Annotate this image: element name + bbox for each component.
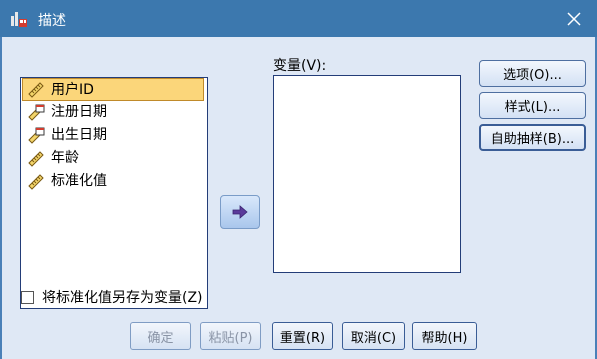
list-item-label: 标准化值 [51,173,107,189]
list-item[interactable]: 标准化值 [21,170,207,193]
ok-button[interactable]: 确定 [130,322,191,350]
source-variable-list[interactable]: 用户ID 注册日期 出生日期 年龄 标准化值 [20,77,208,309]
scale-ruler-icon [28,174,44,190]
close-icon [567,11,581,26]
options-button[interactable]: 选项(O)... [479,60,586,87]
scale-date-icon [28,127,45,144]
list-item-label: 年龄 [51,150,79,166]
app-icon [11,12,27,27]
list-item[interactable]: 用户ID [22,78,204,101]
move-to-variables-button[interactable] [220,195,260,229]
list-item-label: 用户ID [51,82,94,98]
window-title: 描述 [38,13,66,29]
list-item-label: 注册日期 [51,104,107,120]
list-item[interactable]: 注册日期 [21,101,207,124]
title-bar: 描述 [0,0,597,37]
scale-ruler-icon [28,151,44,167]
reset-button[interactable]: 重置(R) [272,322,333,350]
help-button[interactable]: 帮助(H) [412,322,477,350]
save-standardized-checkbox[interactable] [21,290,34,304]
style-button[interactable]: 样式(L)... [479,92,586,119]
variables-label: 变量(V): [273,58,327,74]
list-item[interactable]: 年龄 [21,147,207,170]
close-button[interactable] [551,0,597,37]
dialog-body: 用户ID 注册日期 出生日期 年龄 标准化值 变量(V): 选项(O)... 样… [0,37,597,359]
cancel-button[interactable]: 取消(C) [342,322,405,350]
variables-target-list[interactable] [273,75,461,273]
paste-button[interactable]: 粘贴(P) [200,322,261,350]
save-standardized-label: 将标准化值另存为变量(Z) [42,290,203,306]
scale-date-icon [28,104,45,121]
list-item-label: 出生日期 [51,127,107,143]
bootstrap-button[interactable]: 自助抽样(B)... [479,124,586,151]
list-item[interactable]: 出生日期 [21,124,207,147]
arrow-right-icon [232,205,248,219]
scale-ruler-icon [28,82,44,98]
save-standardized-row[interactable]: 将标准化值另存为变量(Z) [21,288,203,306]
